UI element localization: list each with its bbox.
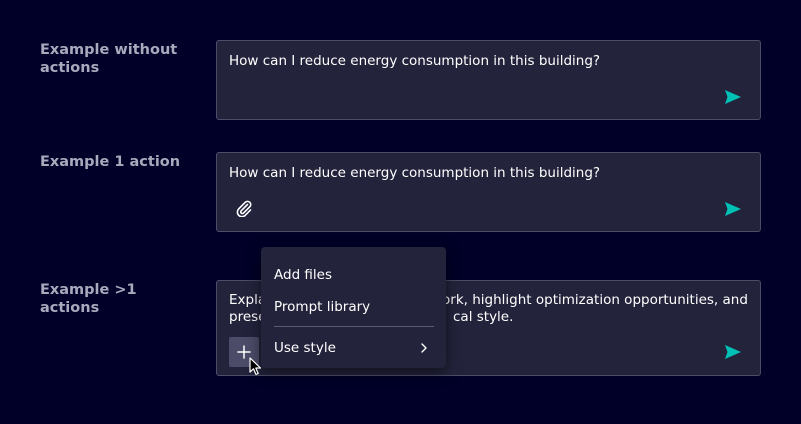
label-example-multi-actions: Example >1 actions xyxy=(40,282,137,316)
menu-item-add-files[interactable]: Add files xyxy=(261,259,446,291)
prompt-text-line-2-end: cal style. xyxy=(453,309,514,325)
menu-item-label: Add files xyxy=(274,267,333,283)
prompt-field-without-actions[interactable]: How can I reduce energy consumption in t… xyxy=(216,40,761,120)
label-example-without-actions: Example without actions xyxy=(40,42,178,76)
prompt-text[interactable]: How can I reduce energy consumption in t… xyxy=(229,165,740,182)
menu-divider xyxy=(274,326,434,327)
menu-item-label: Prompt library xyxy=(274,299,371,315)
actions-menu: Add files Prompt library Use style xyxy=(261,247,446,368)
prompt-text[interactable]: How can I reduce energy consumption in t… xyxy=(229,53,740,70)
chevron-right-icon xyxy=(421,343,427,353)
send-icon[interactable] xyxy=(724,201,742,217)
send-icon[interactable] xyxy=(724,344,742,360)
paperclip-icon[interactable] xyxy=(235,199,253,217)
prompt-text-line-1-end: work, highlight optimization opportuniti… xyxy=(431,292,748,308)
menu-item-prompt-library[interactable]: Prompt library xyxy=(261,291,446,323)
prompt-field-1-action[interactable]: How can I reduce energy consumption in t… xyxy=(216,152,761,232)
label-example-1-action: Example 1 action xyxy=(40,154,181,170)
menu-item-use-style[interactable]: Use style xyxy=(261,332,446,364)
menu-item-label: Use style xyxy=(274,340,336,356)
mouse-pointer-icon xyxy=(249,357,262,376)
send-icon[interactable] xyxy=(724,89,742,105)
